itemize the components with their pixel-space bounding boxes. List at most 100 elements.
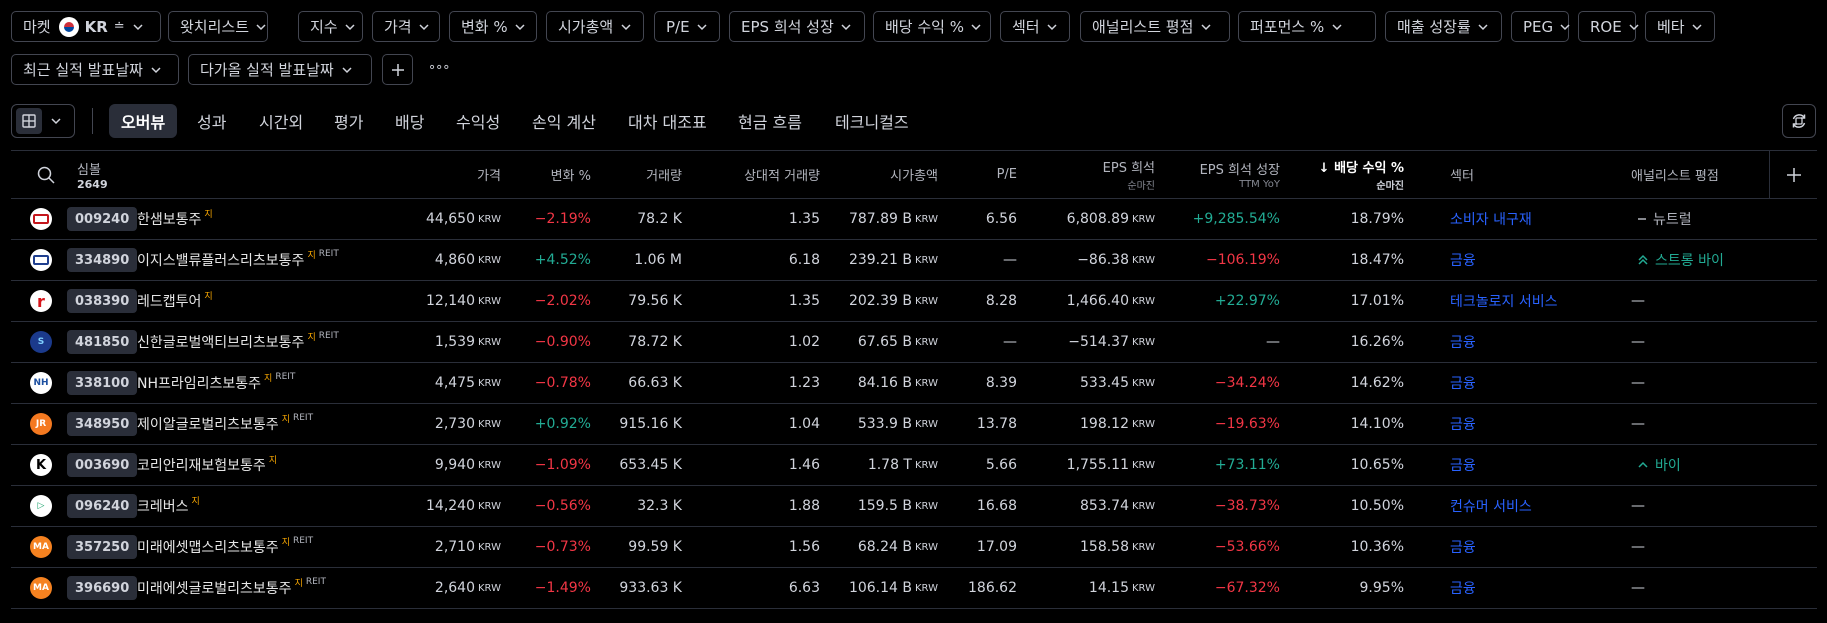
- filter-chip[interactable]: 배당 수익 %: [873, 11, 991, 42]
- table-row[interactable]: r 038390 레드캡투어 지 12,140 KRW −2.02% 79.56 K 1.35 2…: [11, 281, 1817, 322]
- filter-chip[interactable]: P/E: [654, 11, 720, 42]
- sector-link[interactable]: 금융: [1450, 527, 1476, 567]
- col-sector[interactable]: 섹터: [1450, 151, 1474, 198]
- sector-link[interactable]: 소비자 내구재: [1450, 199, 1532, 239]
- company-name[interactable]: 신한글로벌액티브리츠보통주 지 REIT: [137, 322, 339, 362]
- table-row[interactable]: 009240 한샘보통주 지 44,650 KRW −2.19% 78.2 K 1.35 787…: [11, 199, 1817, 240]
- filter-chip[interactable]: 애널리스트 평점: [1080, 11, 1230, 42]
- search-icon[interactable]: [36, 165, 56, 189]
- col-eps[interactable]: EPS 희석 순마진: [1103, 151, 1155, 198]
- sector-link[interactable]: 금융: [1450, 445, 1476, 485]
- company-name-text[interactable]: 코리안리재보험보통주: [137, 455, 266, 475]
- ticker-badge[interactable]: 038390: [67, 289, 138, 313]
- more-filters-button[interactable]: ∘∘∘: [428, 60, 450, 75]
- filter-chip[interactable]: 가격: [372, 11, 440, 42]
- company-name[interactable]: 한샘보통주 지: [137, 199, 213, 239]
- col-symbol[interactable]: 심볼 2649: [77, 151, 108, 198]
- col-pe[interactable]: P/E: [997, 151, 1017, 198]
- ticker-badge[interactable]: 396690: [67, 576, 138, 600]
- filter-chip[interactable]: 매출 성장률: [1385, 11, 1502, 42]
- company-name[interactable]: 레드캡투어 지: [137, 281, 213, 321]
- ticker-badge[interactable]: 003690: [67, 453, 138, 477]
- ticker-badge[interactable]: 357250: [67, 535, 138, 559]
- sector-text[interactable]: 금융: [1450, 414, 1476, 434]
- table-row[interactable]: MA 396690 미래에셋글로벌리츠보통주 지 REIT 2,640 KRW −1.49% 9…: [11, 568, 1817, 609]
- add-filter-button[interactable]: [382, 54, 413, 85]
- filter-chip[interactable]: 퍼포먼스 %: [1238, 11, 1376, 42]
- col-relvol[interactable]: 상대적 거래량: [744, 151, 820, 198]
- table-row[interactable]: K 003690 코리안리재보험보통주 지 9,940 KRW −1.09% 653.45 K…: [11, 445, 1817, 486]
- sector-link[interactable]: 금융: [1450, 363, 1476, 403]
- company-name-text[interactable]: 한샘보통주: [137, 209, 201, 229]
- col-mcap[interactable]: 시가총액: [890, 151, 938, 198]
- ticker-badge[interactable]: 481850: [67, 330, 138, 354]
- table-row[interactable]: NH 338100 NH프라임리츠보통주 지 REIT 4,475 KRW −0.78% 66.…: [11, 363, 1817, 404]
- company-name-text[interactable]: 제이알글로벌리츠보통주: [137, 414, 279, 434]
- company-name-text[interactable]: 이지스밸류플러스리츠보통주: [137, 250, 304, 270]
- table-row[interactable]: S 481850 신한글로벌액티브리츠보통주 지 REIT 1,539 KRW −0.90% 7…: [11, 322, 1817, 363]
- sector-text[interactable]: 컨슈머 서비스: [1450, 496, 1532, 516]
- table-row[interactable]: JR 348950 제이알글로벌리츠보통주 지 REIT 2,730 KRW +0.92% 91…: [11, 404, 1817, 445]
- sector-link[interactable]: 금융: [1450, 240, 1476, 280]
- sector-link[interactable]: 테크놀로지 서비스: [1450, 281, 1558, 321]
- ticker-badge[interactable]: 338100: [67, 371, 138, 395]
- col-volume[interactable]: 거래량: [646, 151, 682, 198]
- sector-text[interactable]: 금융: [1450, 373, 1476, 393]
- table-row[interactable]: ▷ 096240 크레버스 지 14,240 KRW −0.56% 32.3 K 1.88 159…: [11, 486, 1817, 527]
- ticker-badge[interactable]: 348950: [67, 412, 138, 436]
- add-column-button[interactable]: [1769, 151, 1817, 198]
- tab-7[interactable]: 대차 대조표: [616, 104, 719, 138]
- tab-9[interactable]: 테크니컬즈: [823, 104, 921, 138]
- company-name-text[interactable]: 신한글로벌액티브리츠보통주: [137, 332, 304, 352]
- tab-2[interactable]: 시간외: [247, 104, 315, 138]
- filter-chip[interactable]: 시가총액: [546, 11, 644, 42]
- filter-chip[interactable]: ROE: [1578, 11, 1639, 42]
- sector-link[interactable]: 금융: [1450, 322, 1476, 362]
- filter-market[interactable]: 마켓 KR ≐: [11, 11, 161, 42]
- sector-text[interactable]: 금융: [1450, 332, 1476, 352]
- view-toggle[interactable]: [11, 104, 75, 138]
- sector-link[interactable]: 금융: [1450, 568, 1476, 608]
- sector-link[interactable]: 금융: [1450, 404, 1476, 444]
- tab-4[interactable]: 배당: [383, 104, 436, 138]
- company-name-text[interactable]: NH프라임리츠보통주: [137, 373, 261, 393]
- chevron-down-icon[interactable]: [50, 112, 62, 131]
- col-analyst[interactable]: 애널리스트 평점: [1631, 151, 1719, 198]
- filter-chip[interactable]: PEG: [1511, 11, 1570, 42]
- filter-chip[interactable]: EPS 희석 성장: [729, 11, 865, 42]
- tab-0[interactable]: 오버뷰: [109, 104, 178, 138]
- company-name[interactable]: 미래에셋글로벌리츠보통주 지 REIT: [137, 568, 326, 608]
- company-name[interactable]: 미래에셋맵스리츠보통주 지 REIT: [137, 527, 313, 567]
- grid-view-icon[interactable]: [16, 108, 42, 134]
- tab-3[interactable]: 평가: [322, 104, 375, 138]
- filter-chip[interactable]: 베타: [1645, 11, 1715, 42]
- sector-text[interactable]: 금융: [1450, 250, 1476, 270]
- col-epsg[interactable]: EPS 희석 성장 TTM YoY: [1200, 151, 1280, 198]
- refresh-button[interactable]: [1782, 104, 1816, 138]
- ticker-badge[interactable]: 009240: [67, 207, 138, 231]
- company-name[interactable]: 코리안리재보험보통주 지: [137, 445, 277, 485]
- sector-link[interactable]: 컨슈머 서비스: [1450, 486, 1532, 526]
- filter-chip[interactable]: 최근 실적 발표날짜: [11, 54, 179, 85]
- company-name-text[interactable]: 레드캡투어: [137, 291, 201, 311]
- company-name-text[interactable]: 미래에셋글로벌리츠보통주: [137, 578, 292, 598]
- sector-text[interactable]: 금융: [1450, 578, 1476, 598]
- sector-text[interactable]: 소비자 내구재: [1450, 209, 1532, 229]
- tab-8[interactable]: 현금 흐름: [726, 104, 814, 138]
- company-name[interactable]: 제이알글로벌리츠보통주 지 REIT: [137, 404, 313, 444]
- tab-6[interactable]: 손익 계산: [520, 104, 608, 138]
- table-row[interactable]: MA 357250 미래에셋맵스리츠보통주 지 REIT 2,710 KRW −0.73% 99…: [11, 527, 1817, 568]
- tab-1[interactable]: 성과: [185, 104, 238, 138]
- ticker-badge[interactable]: 334890: [67, 248, 138, 272]
- company-name-text[interactable]: 크레버스: [137, 496, 189, 516]
- sector-text[interactable]: 테크놀로지 서비스: [1450, 291, 1558, 311]
- ticker-badge[interactable]: 096240: [67, 494, 138, 518]
- company-name[interactable]: 크레버스 지: [137, 486, 200, 526]
- company-name[interactable]: 이지스밸류플러스리츠보통주 지 REIT: [137, 240, 339, 280]
- col-price[interactable]: 가격: [477, 151, 501, 198]
- col-div[interactable]: ↓ 배당 수익 % 순마진: [1319, 151, 1404, 198]
- tab-5[interactable]: 수익성: [444, 104, 512, 138]
- sector-text[interactable]: 금융: [1450, 537, 1476, 557]
- table-row[interactable]: 334890 이지스밸류플러스리츠보통주 지 REIT 4,860 KRW +4.52% 1.…: [11, 240, 1817, 281]
- company-name-text[interactable]: 미래에셋맵스리츠보통주: [137, 537, 279, 557]
